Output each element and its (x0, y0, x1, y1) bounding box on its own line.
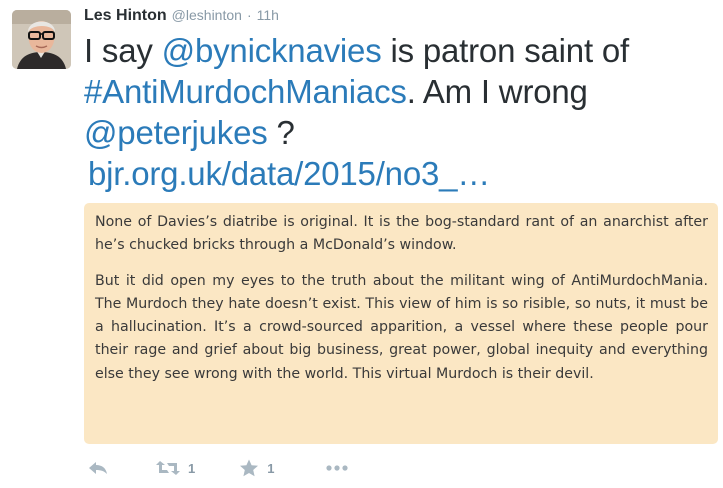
quote-paragraph: But it did open my eyes to the truth abo… (95, 272, 708, 382)
tweet-text-segment: is patron saint of (381, 32, 630, 69)
reply-button[interactable] (88, 460, 108, 476)
star-icon (239, 459, 259, 477)
author-name[interactable]: Les Hinton (84, 7, 167, 25)
tweet-text: I say @bynicknavies is patron saint of #… (84, 30, 714, 194)
tweet-actions: 1 1 (88, 456, 349, 480)
attached-quote-image[interactable]: None of Davies’s diatribe is original. I… (84, 203, 718, 444)
mention-link[interactable]: @peterjukes (84, 114, 268, 151)
favorite-count: 1 (267, 460, 275, 476)
retweet-icon (156, 460, 180, 476)
tweet-text-segment: ? (267, 114, 295, 151)
tweet-timestamp[interactable]: 11h (257, 7, 279, 23)
more-icon (326, 464, 349, 472)
retweet-count: 1 (188, 460, 196, 476)
favorite-button[interactable]: 1 (239, 459, 274, 477)
author-handle[interactable]: @leshinton (172, 7, 242, 23)
avatar[interactable] (12, 10, 71, 69)
url-link[interactable]: bjr.org.uk/data/2015/no3_… (88, 155, 490, 192)
tweet-header: Les Hinton @leshinton · 11h (84, 7, 279, 27)
reply-icon (88, 460, 108, 476)
more-button[interactable] (326, 464, 349, 472)
retweet-button[interactable]: 1 (156, 460, 195, 476)
tweet-text-segment: . Am I wrong (406, 73, 588, 110)
hashtag-link[interactable]: #AntiMurdochManiacs (84, 73, 407, 110)
tweet: Les Hinton @leshinton · 11h I say @bynic… (0, 0, 723, 488)
tweet-text-segment: I say (84, 32, 162, 69)
separator-dot: · (246, 7, 252, 23)
quote-paragraph: None of Davies’s diatribe is original. I… (95, 214, 708, 254)
mention-link[interactable]: @bynicknavies (162, 32, 382, 69)
